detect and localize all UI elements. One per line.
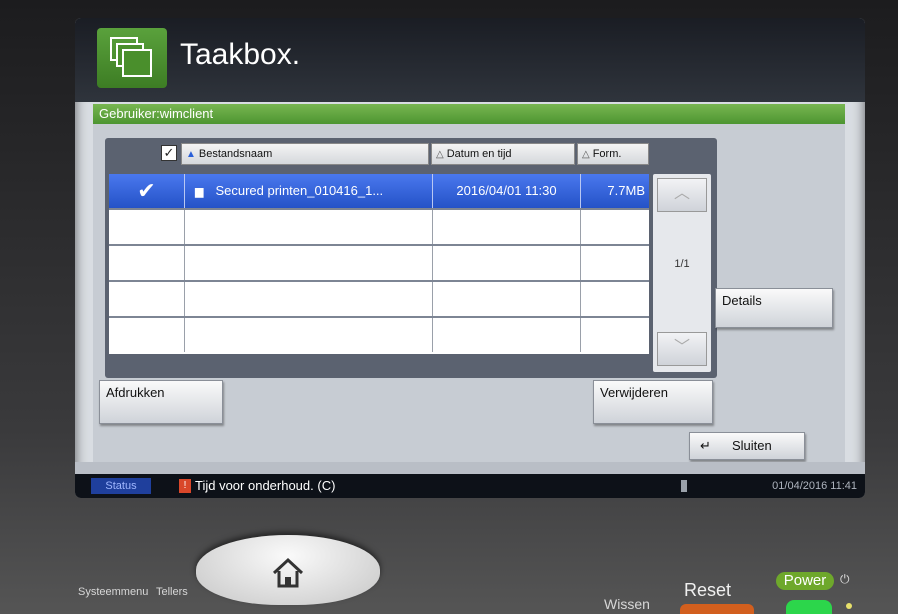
column-header-date[interactable]: △ Datum en tijd [431,143,575,165]
scroll-down-button[interactable]: ﹀ [657,332,707,366]
scroll-up-button[interactable]: ︿ [657,178,707,212]
return-icon: ↵ [700,438,711,453]
file-size: 7.7MB [607,183,645,198]
print-button[interactable]: Afdrukken [99,380,223,424]
column-header-size-label: Form. [592,148,622,160]
page-indicator: 1/1 [674,258,690,270]
empty-cell [109,318,185,352]
empty-cell [185,318,433,352]
empty-cell [433,318,581,352]
select-all-checkbox[interactable]: ✓ [161,145,177,161]
empty-cell [109,282,185,316]
column-header-name-label: Bestandsnaam [198,148,273,160]
main-panel: ✓ ▲ Bestandsnaam △ Datum en tijd △ Form. ✔ … [93,124,845,464]
reset-label: Reset [684,580,732,600]
empty-cell [109,246,185,280]
close-button[interactable]: ↵ Sluiten [689,432,805,460]
counters-button[interactable]: Tellers [156,586,188,598]
empty-cell [185,246,433,280]
power-label: Power [776,572,834,590]
column-header-name[interactable]: ▲ Bestandsnaam [181,143,429,165]
chevron-down-icon: ﹀ [673,339,690,356]
sort-ascending-icon: △ [582,149,590,160]
page-title: Taakbox. [180,38,301,71]
system-menu-button[interactable]: Systeemmenu [78,586,148,598]
clear-button[interactable]: Wissen [604,596,650,612]
details-button[interactable]: Details [715,288,833,328]
column-header-size[interactable]: △ Form. [577,143,649,165]
power-icon: ⏻ [840,572,850,586]
table-row[interactable] [109,210,649,246]
delete-button[interactable]: Verwijderen [593,380,713,424]
row-checkbox[interactable]: ✔ [109,174,185,208]
empty-cell [433,282,581,316]
screen-header: Taakbox. [75,18,865,102]
home-button[interactable] [196,535,380,605]
file-list: ✓ ▲ Bestandsnaam △ Datum en tijd △ Form. ✔ … [105,138,717,378]
user-label: Gebruiker:wimclient [93,104,845,124]
chevron-up-icon: ︿ [673,185,690,202]
empty-cell [433,210,581,244]
table-row[interactable] [109,246,649,282]
power-indicator-led [846,603,852,609]
close-button-label: Sluiten [732,438,772,453]
column-header-date-label: Datum en tijd [446,148,512,160]
table-row[interactable] [109,318,649,354]
touch-screen: Taakbox. Gebruiker:wimclient ✓ ▲ Bestands… [75,18,865,498]
document-icon: ▆ [195,186,204,198]
empty-cell [185,282,433,316]
file-name: Secured printen_010416_1... [215,183,384,198]
status-datetime: 01/04/2016 11:41 [772,480,857,492]
sort-ascending-icon: ▲ [186,149,196,160]
empty-cell [433,246,581,280]
table-row[interactable] [109,282,649,318]
scrollbar[interactable]: ︿ 1/1 ﹀ [653,174,711,372]
status-button[interactable]: Status [91,478,151,494]
empty-cell [185,210,433,244]
power-button[interactable] [786,600,832,614]
file-name-cell: ▆ Secured printen_010416_1... [185,174,433,208]
memory-icon [681,480,687,492]
sort-ascending-icon: △ [436,149,444,160]
status-bar: Status ! Tijd voor onderhoud. (C) 01/04/… [75,474,865,498]
reset-button[interactable] [680,604,754,614]
home-icon [272,557,304,588]
warning-icon: ! [179,479,191,493]
file-date: 2016/04/01 11:30 [433,174,581,208]
status-message: Tijd voor onderhoud. (C) [195,478,336,493]
table-row[interactable]: ✔ ▆ Secured printen_010416_1... 2016/04/0… [109,174,649,210]
document-box-icon [97,28,167,88]
empty-cell [109,210,185,244]
